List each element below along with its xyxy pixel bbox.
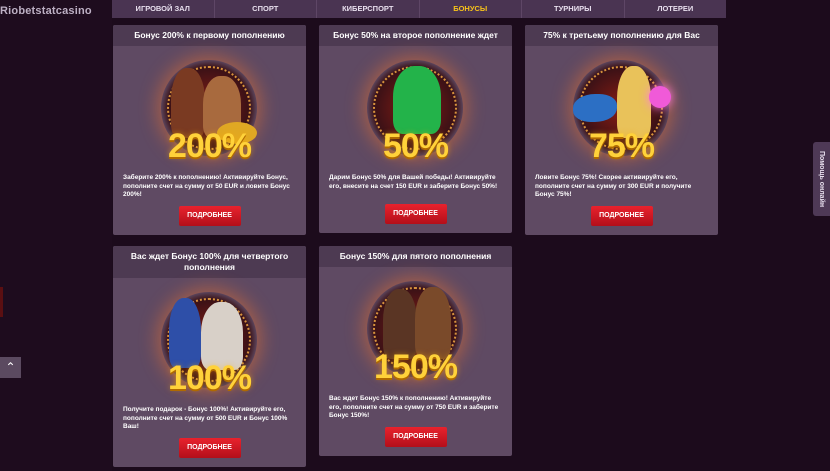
details-button[interactable]: ПОДРОБНЕЕ bbox=[590, 205, 653, 226]
nav-item-esport[interactable]: КИБЕРСПОРТ bbox=[317, 0, 420, 18]
bonus-card-image: 100% bbox=[113, 278, 306, 406]
bonus-card-4: Вас ждет Бонус 100% для четвертого попол… bbox=[113, 246, 306, 467]
bonus-card-image: 50% bbox=[319, 46, 512, 174]
bonus-card-image: 75% bbox=[525, 46, 718, 174]
bonus-card-title: 75% к третьему пополнению для Вас bbox=[525, 25, 718, 46]
bonus-card-image: 200% bbox=[113, 46, 306, 174]
nav-item-lotteries[interactable]: ЛОТЕРЕИ bbox=[625, 0, 727, 18]
bonus-card-title: Бонус 150% для пятого пополнения bbox=[319, 246, 512, 267]
bonus-card-title: Бонус 50% на второе пополнение ждет bbox=[319, 25, 512, 46]
nav-item-tournaments[interactable]: ТУРНИРЫ bbox=[522, 0, 625, 18]
details-button[interactable]: ПОДРОБНЕЕ bbox=[384, 426, 447, 447]
dolphin-figure bbox=[573, 94, 617, 122]
bonus-card-description: Дарим Бонус 50% для Вашей победы! Активи… bbox=[329, 174, 498, 190]
bonus-percent: 50% bbox=[382, 127, 449, 165]
nav-item-game-hall[interactable]: ИГРОВОЙ ЗАЛ bbox=[112, 0, 215, 18]
bonus-card-3: 75% к третьему пополнению для Вас 75% Ло… bbox=[525, 25, 718, 235]
pharaoh-figure bbox=[169, 298, 201, 368]
bonus-percent: 75% bbox=[588, 127, 655, 165]
bonus-card-title: Вас ждет Бонус 100% для четвертого попол… bbox=[113, 246, 306, 278]
bonus-percent: 200% bbox=[168, 127, 252, 165]
bonus-card-1: Бонус 200% к первому пополнению 200% Заб… bbox=[113, 25, 306, 235]
details-button[interactable]: ПОДРОБНЕЕ bbox=[178, 437, 241, 458]
details-button[interactable]: ПОДРОБНЕЕ bbox=[384, 204, 447, 224]
left-sidebar-strip bbox=[0, 0, 112, 471]
bonus-card-description: Вас ждет Бонус 150% к пополнению! Активи… bbox=[329, 395, 499, 419]
top-navigation: ИГРОВОЙ ЗАЛ СПОРТ КИБЕРСПОРТ БОНУСЫ ТУРН… bbox=[112, 0, 726, 18]
scroll-to-top-button[interactable]: ⌃ bbox=[0, 357, 21, 378]
nav-item-bonuses[interactable]: БОНУСЫ bbox=[420, 0, 522, 18]
magic-orb-figure bbox=[649, 86, 671, 108]
side-accent bbox=[0, 287, 3, 317]
online-help-tab[interactable]: Помощь онлайн bbox=[813, 142, 830, 216]
bonus-card-title: Бонус 200% к первому пополнению bbox=[113, 25, 306, 46]
bonus-card-description: Получите подарок - Бонус 100%! Активируй… bbox=[123, 406, 288, 430]
bonus-card-description: Заберите 200% к пополнению! Активируйте … bbox=[123, 174, 290, 198]
bonus-card-description: Ловите Бонус 75%! Скорее активируйте его… bbox=[535, 174, 692, 198]
details-button[interactable]: ПОДРОБНЕЕ bbox=[178, 205, 241, 226]
bonus-percent: 150% bbox=[374, 348, 458, 386]
bonus-card-2: Бонус 50% на второе пополнение ждет 50% … bbox=[319, 25, 512, 233]
bonus-percent: 100% bbox=[168, 359, 252, 397]
help-tab-label: Помощь онлайн bbox=[818, 150, 825, 208]
nav-item-sport[interactable]: СПОРТ bbox=[215, 0, 317, 18]
site-logo[interactable]: Riobetstatcasino bbox=[0, 5, 92, 19]
bonus-card-image: 150% bbox=[319, 267, 512, 395]
bonus-card-5: Бонус 150% для пятого пополнения 150% Ва… bbox=[319, 246, 512, 456]
chevron-up-icon: ⌃ bbox=[5, 360, 16, 374]
monster-figure bbox=[393, 66, 441, 134]
